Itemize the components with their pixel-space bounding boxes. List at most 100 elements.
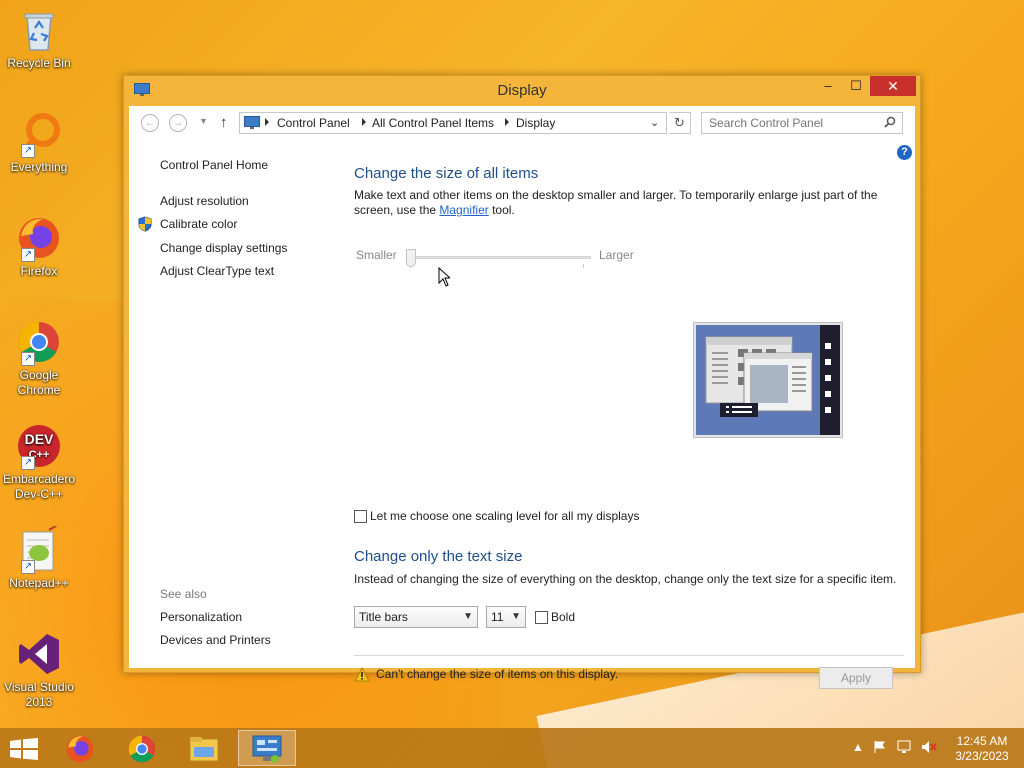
desktop-icon-label: Everything — [10, 160, 68, 174]
breadcrumb-separator-icon[interactable] — [362, 118, 366, 126]
notepadpp-icon: ↗ — [15, 523, 63, 574]
taskbar: ▲ 12:45 AM 3/23/2023 — [0, 728, 1024, 768]
maximize-button[interactable]: ☐ — [842, 76, 870, 96]
system-clock[interactable]: 12:45 AM 3/23/2023 — [942, 734, 1022, 764]
adjust-resolution-link[interactable]: Adjust resolution — [160, 194, 249, 208]
calibrate-color-link[interactable]: Calibrate color — [160, 217, 237, 231]
desktop-icon-label: Notepad++ — [9, 576, 69, 590]
devcpp-badge-text: DEV — [25, 431, 54, 447]
desktop-icon-visual-studio[interactable]: Visual Studio 2013 — [2, 630, 76, 710]
close-button[interactable]: ✕ — [870, 76, 916, 96]
display-window: Display – ☐ ✕ ← → ▼ ↑ Control Panel All … — [123, 75, 921, 689]
scaling-checkbox-label[interactable]: Let me choose one scaling level for all … — [370, 509, 639, 523]
recycle-bin-icon — [15, 6, 63, 54]
network-icon[interactable] — [897, 740, 913, 757]
uac-shield-icon — [138, 216, 152, 232]
search-input[interactable] — [702, 113, 872, 133]
breadcrumb-separator-icon[interactable] — [265, 118, 269, 126]
search-box[interactable] — [701, 112, 903, 134]
minimize-button[interactable]: – — [814, 76, 842, 96]
size-slider-track[interactable] — [409, 256, 591, 259]
bold-checkbox[interactable] — [535, 611, 548, 624]
desktop-icon-recycle-bin[interactable]: Recycle Bin — [2, 6, 76, 71]
desktop-icon-label: Embarcadero Dev-C++ — [2, 472, 76, 501]
window-title: Display — [497, 82, 547, 99]
title-bar[interactable]: Display – ☐ ✕ — [124, 76, 920, 104]
shortcut-arrow-icon: ↗ — [21, 560, 35, 574]
shortcut-arrow-icon: ↗ — [21, 248, 35, 262]
control-panel-home-link[interactable]: Control Panel Home — [160, 158, 268, 172]
scaling-preview-image — [693, 322, 843, 438]
shortcut-arrow-icon: ↗ — [21, 144, 35, 158]
scaling-checkbox[interactable] — [354, 510, 367, 523]
mouse-cursor-icon — [438, 266, 452, 290]
back-arrow-icon[interactable]: ← — [141, 114, 159, 132]
everything-search-icon: ↗ — [15, 110, 63, 158]
size-all-items-heading: Change the size of all items — [354, 165, 539, 182]
desktop-icon-firefox[interactable]: ↗ Firefox — [2, 214, 76, 279]
help-icon[interactable]: ? — [897, 145, 912, 160]
navigation-bar: ← → ▼ ↑ Control Panel All Control Panel … — [129, 106, 915, 140]
personalization-link[interactable]: Personalization — [160, 610, 242, 624]
desktop-icon-everything[interactable]: ↗ Everything — [2, 110, 76, 175]
windows-start-icon[interactable] — [10, 738, 38, 760]
breadcrumb-display[interactable]: Display — [516, 116, 555, 130]
devices-and-printers-link[interactable]: Devices and Printers — [160, 633, 271, 647]
address-bar[interactable]: Control Panel All Control Panel Items Di… — [239, 112, 667, 134]
size-description: Make text and other items on the desktop… — [354, 188, 878, 217]
shortcut-arrow-icon: ↗ — [21, 456, 35, 470]
change-display-settings-link[interactable]: Change display settings — [160, 241, 287, 255]
slider-tick — [583, 264, 584, 268]
taskbar-chrome[interactable] — [114, 730, 172, 766]
chevron-down-icon: ▼ — [463, 611, 473, 622]
breadcrumb-all-items[interactable]: All Control Panel Items — [372, 116, 494, 130]
desktop-icon-devcpp[interactable]: DEV C++ ↗ Embarcadero Dev-C++ — [2, 422, 76, 502]
see-also-heading: See also — [160, 587, 207, 601]
content-area: ? Control Panel Home Adjust resolution C… — [129, 140, 915, 689]
action-center-flag-icon[interactable] — [873, 740, 887, 757]
adjust-cleartype-link[interactable]: Adjust ClearType text — [160, 264, 274, 278]
desktop-icon-label: Recycle Bin — [7, 56, 71, 70]
control-panel-icon — [244, 116, 260, 130]
search-icon[interactable] — [884, 116, 896, 131]
divider — [354, 655, 904, 656]
slider-min-label: Smaller — [356, 248, 397, 262]
warning-icon — [354, 666, 370, 682]
warning-message: Can't change the size of items on this d… — [376, 667, 619, 681]
desktop-icon-label: Google Chrome — [17, 368, 61, 397]
show-hidden-icons-icon[interactable]: ▲ — [852, 740, 864, 754]
taskbar-firefox[interactable] — [52, 730, 110, 766]
clock-time: 12:45 AM — [956, 734, 1008, 748]
desktop-icon-label: Visual Studio 2013 — [4, 680, 74, 709]
desktop-icon-chrome[interactable]: ↗ Google Chrome — [2, 318, 76, 398]
chrome-icon: ↗ — [15, 318, 63, 366]
desktop-icon-notepadpp[interactable]: ↗ Notepad++ — [2, 523, 76, 591]
up-arrow-icon[interactable]: ↑ — [220, 114, 228, 131]
desktop-icon-label: Firefox — [20, 264, 58, 278]
chrome-icon — [128, 735, 156, 763]
item-dropdown[interactable]: Title bars ▼ — [354, 606, 478, 628]
bold-checkbox-label[interactable]: Bold — [551, 610, 575, 624]
forward-arrow-icon[interactable]: → — [169, 114, 187, 132]
firefox-icon: ↗ — [15, 214, 63, 262]
text-size-description: Instead of changing the size of everythi… — [354, 572, 897, 586]
text-size-heading: Change only the text size — [354, 548, 523, 565]
breadcrumb-control-panel[interactable]: Control Panel — [277, 116, 350, 130]
font-size-dropdown[interactable]: 11 ▼ — [486, 606, 526, 628]
apply-button[interactable]: Apply — [819, 667, 893, 689]
slider-max-label: Larger — [599, 248, 634, 262]
size-slider-thumb[interactable] — [406, 249, 416, 267]
breadcrumb-separator-icon[interactable] — [505, 118, 509, 126]
file-explorer-icon — [189, 737, 219, 762]
shortcut-arrow-icon: ↗ — [21, 352, 35, 366]
firefox-icon — [66, 735, 94, 763]
taskbar-file-explorer[interactable] — [176, 730, 234, 766]
magnifier-link[interactable]: Magnifier — [439, 203, 488, 217]
recent-locations-chevron-icon[interactable]: ▼ — [199, 116, 208, 126]
volume-muted-icon[interactable] — [921, 740, 937, 757]
taskbar-control-panel[interactable] — [238, 730, 296, 766]
refresh-icon[interactable]: ↻ — [669, 112, 691, 134]
visual-studio-icon — [15, 630, 63, 678]
address-history-chevron-icon[interactable]: ⌄ — [650, 116, 659, 129]
control-panel-icon — [252, 735, 282, 763]
